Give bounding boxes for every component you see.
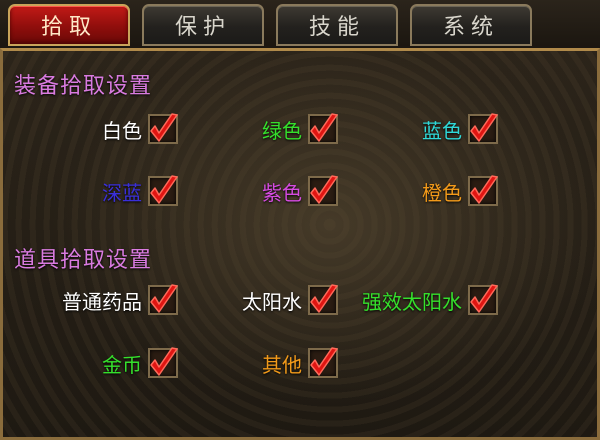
red-checkmark-icon — [150, 284, 178, 313]
option-normal-potion-label: 普通药品 — [62, 289, 142, 314]
option-blue[interactable]: 蓝色 — [360, 112, 498, 146]
option-purple[interactable]: 紫色 — [200, 174, 338, 208]
tab-protect[interactable]: 保护 — [142, 4, 264, 46]
red-checkmark-icon — [150, 175, 178, 204]
red-checkmark-icon — [310, 175, 338, 204]
red-checkmark-icon — [310, 347, 338, 376]
white-checkbox[interactable] — [148, 113, 178, 144]
sun-water-checkbox[interactable] — [308, 284, 338, 315]
gold-checkbox[interactable] — [148, 347, 178, 378]
option-purple-label: 紫色 — [262, 180, 302, 205]
tab-protect-label: 保护 — [174, 15, 231, 40]
red-checkmark-icon — [470, 284, 498, 313]
strong-sun-water-checkbox[interactable] — [468, 284, 498, 315]
option-gold[interactable]: 金币 — [40, 346, 178, 380]
normal-potion-checkbox[interactable] — [148, 284, 178, 315]
tab-bar: 拾取 保护 技能 系统 — [0, 0, 600, 50]
option-orange-label: 橙色 — [422, 180, 462, 205]
red-checkmark-icon — [470, 113, 498, 142]
option-other[interactable]: 其他 — [200, 346, 338, 380]
red-checkmark-icon — [310, 113, 338, 142]
option-blue-label: 蓝色 — [422, 118, 462, 143]
option-gold-label: 金币 — [102, 352, 142, 377]
red-checkmark-icon — [150, 347, 178, 376]
red-checkmark-icon — [310, 284, 338, 313]
purple-checkbox[interactable] — [308, 175, 338, 206]
tab-system-label: 系统 — [442, 15, 499, 40]
orange-checkbox[interactable] — [468, 175, 498, 206]
option-sun-water-label: 太阳水 — [242, 289, 302, 314]
tab-system[interactable]: 系统 — [410, 4, 532, 46]
option-dark-blue-label: 深蓝 — [102, 180, 142, 205]
blue-checkbox[interactable] — [468, 113, 498, 144]
tab-skills[interactable]: 技能 — [276, 4, 398, 46]
dark-blue-checkbox[interactable] — [148, 175, 178, 206]
option-dark-blue[interactable]: 深蓝 — [40, 174, 178, 208]
item-section-title: 道具拾取设置 — [14, 248, 153, 273]
option-orange[interactable]: 橙色 — [360, 174, 498, 208]
equip-section-title: 装备拾取设置 — [14, 74, 153, 99]
option-green-label: 绿色 — [262, 118, 302, 143]
other-checkbox[interactable] — [308, 347, 338, 378]
option-white-label: 白色 — [102, 118, 142, 143]
red-checkmark-icon — [150, 113, 178, 142]
option-strong-sun-water-label: 强效太阳水 — [362, 289, 462, 314]
red-checkmark-icon — [470, 175, 498, 204]
option-normal-potion[interactable]: 普通药品 — [20, 283, 178, 317]
option-white[interactable]: 白色 — [40, 112, 178, 146]
tab-pickup-label: 拾取 — [40, 15, 97, 40]
tab-skills-label: 技能 — [308, 15, 365, 40]
option-other-label: 其他 — [262, 352, 302, 377]
option-sun-water[interactable]: 太阳水 — [190, 283, 338, 317]
option-strong-sun-water[interactable]: 强效太阳水 — [340, 283, 498, 317]
tab-pickup[interactable]: 拾取 — [8, 4, 130, 46]
green-checkbox[interactable] — [308, 113, 338, 144]
option-green[interactable]: 绿色 — [200, 112, 338, 146]
